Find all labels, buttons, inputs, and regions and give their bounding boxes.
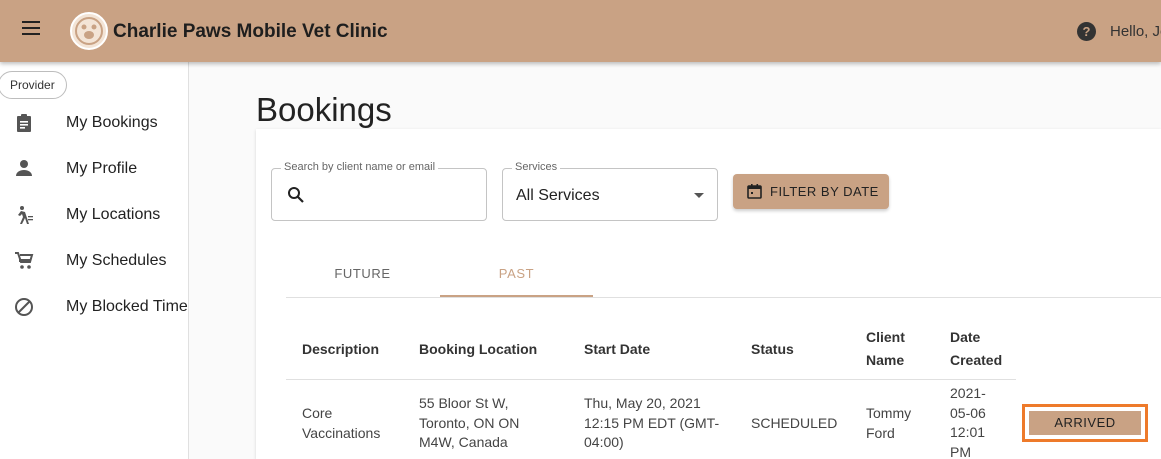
clipboard-icon: [13, 113, 35, 135]
walking-icon: [13, 205, 35, 227]
header-status: Status: [751, 341, 794, 357]
app-title: Charlie Paws Mobile Vet Clinic: [113, 21, 388, 42]
search-input[interactable]: Search by client name or email: [271, 161, 487, 221]
sidebar-item-my-profile[interactable]: My Profile: [0, 149, 188, 189]
sidebar-item-label: My Profile: [66, 160, 138, 177]
sidebar: Provider My Bookings My Profile My Locat…: [0, 62, 189, 459]
sidebar-item-my-bookings[interactable]: My Bookings: [0, 103, 188, 143]
tab-indicator: [440, 295, 593, 297]
cell-date-created: 2021- 05-06 12:01 PM: [950, 384, 986, 459]
cell-description: Core Vaccinations: [302, 404, 380, 443]
cell-status: SCHEDULED: [751, 415, 838, 431]
cell-line: Thu, May 20, 2021: [584, 395, 701, 411]
sidebar-item-label: My Schedules: [66, 252, 167, 269]
cell-line: Core: [302, 405, 333, 421]
cell-line: Vaccinations: [302, 424, 381, 441]
header-client-line1: Client: [866, 329, 905, 345]
cell-line: 12:01: [950, 424, 986, 440]
cell-line: 12:15 PM EDT (GMT-: [584, 414, 720, 431]
table-header-divider: [286, 379, 1016, 380]
help-icon[interactable]: ?: [1077, 22, 1096, 41]
services-value: All Services: [516, 187, 600, 204]
filter-by-date-button[interactable]: FILTER BY DATE: [733, 174, 889, 209]
sidebar-item-my-schedules[interactable]: My Schedules: [0, 241, 188, 281]
sidebar-item-label: My Blocked Times: [66, 298, 189, 315]
tab-past[interactable]: PAST: [440, 266, 593, 281]
cell-line: PM: [950, 443, 971, 459]
header-location: Booking Location: [419, 341, 538, 357]
chevron-down-icon: [694, 193, 704, 198]
cell-line: 05-06: [950, 404, 986, 421]
header-created-line2: Created: [950, 352, 1003, 368]
sidebar-item-my-blocked-times[interactable]: My Blocked Times: [0, 287, 189, 327]
page-title: Bookings: [256, 91, 392, 128]
header-description: Description: [302, 341, 380, 357]
services-legend: Services: [512, 161, 561, 173]
cart-icon: [13, 251, 35, 273]
filter-button-label: FILTER BY DATE: [770, 184, 879, 199]
menu-icon[interactable]: [22, 21, 42, 41]
cell-location: 55 Bloor St W, Toronto, ON ON M4W, Canad…: [419, 394, 519, 453]
calendar-icon: [747, 184, 762, 199]
app-header: Charlie Paws Mobile Vet Clinic ? Hello, …: [0, 0, 1161, 62]
sidebar-item-label: My Locations: [66, 206, 161, 223]
sidebar-item-my-locations[interactable]: My Locations: [0, 195, 188, 235]
header-client-line2: Name: [866, 352, 905, 368]
cell-client-name: Tommy Ford: [866, 404, 911, 443]
role-chip[interactable]: Provider: [0, 71, 67, 99]
cell-start-date: Thu, May 20, 2021 12:15 PM EDT (GMT- 04:…: [584, 394, 719, 453]
search-legend: Search by client name or email: [281, 161, 439, 173]
header-client-name: Client Name: [866, 326, 905, 372]
cell-line: Ford: [866, 424, 895, 441]
header-created-line1: Date: [950, 329, 981, 345]
person-icon: [13, 159, 35, 181]
services-select[interactable]: Services All Services: [502, 161, 718, 221]
header-date-created: Date Created: [950, 326, 1002, 372]
cell-line: 04:00): [584, 434, 624, 450]
cell-line: Tommy: [866, 405, 912, 421]
tab-future[interactable]: FUTURE: [286, 266, 439, 281]
cell-line: 55 Bloor St W,: [419, 395, 509, 411]
arrived-button[interactable]: ARRIVED: [1029, 411, 1141, 435]
header-start-date: Start Date: [584, 341, 651, 357]
clinic-logo: [70, 12, 108, 50]
cell-line: Toronto, ON ON: [419, 414, 520, 431]
search-icon: [288, 187, 304, 203]
user-greeting[interactable]: Hello, Jo: [1110, 23, 1161, 40]
block-icon: [13, 297, 35, 319]
cell-line: M4W, Canada: [419, 434, 508, 450]
tabs-divider: [286, 297, 1161, 298]
cell-line: 2021-: [950, 385, 986, 401]
sidebar-item-label: My Bookings: [66, 114, 158, 131]
